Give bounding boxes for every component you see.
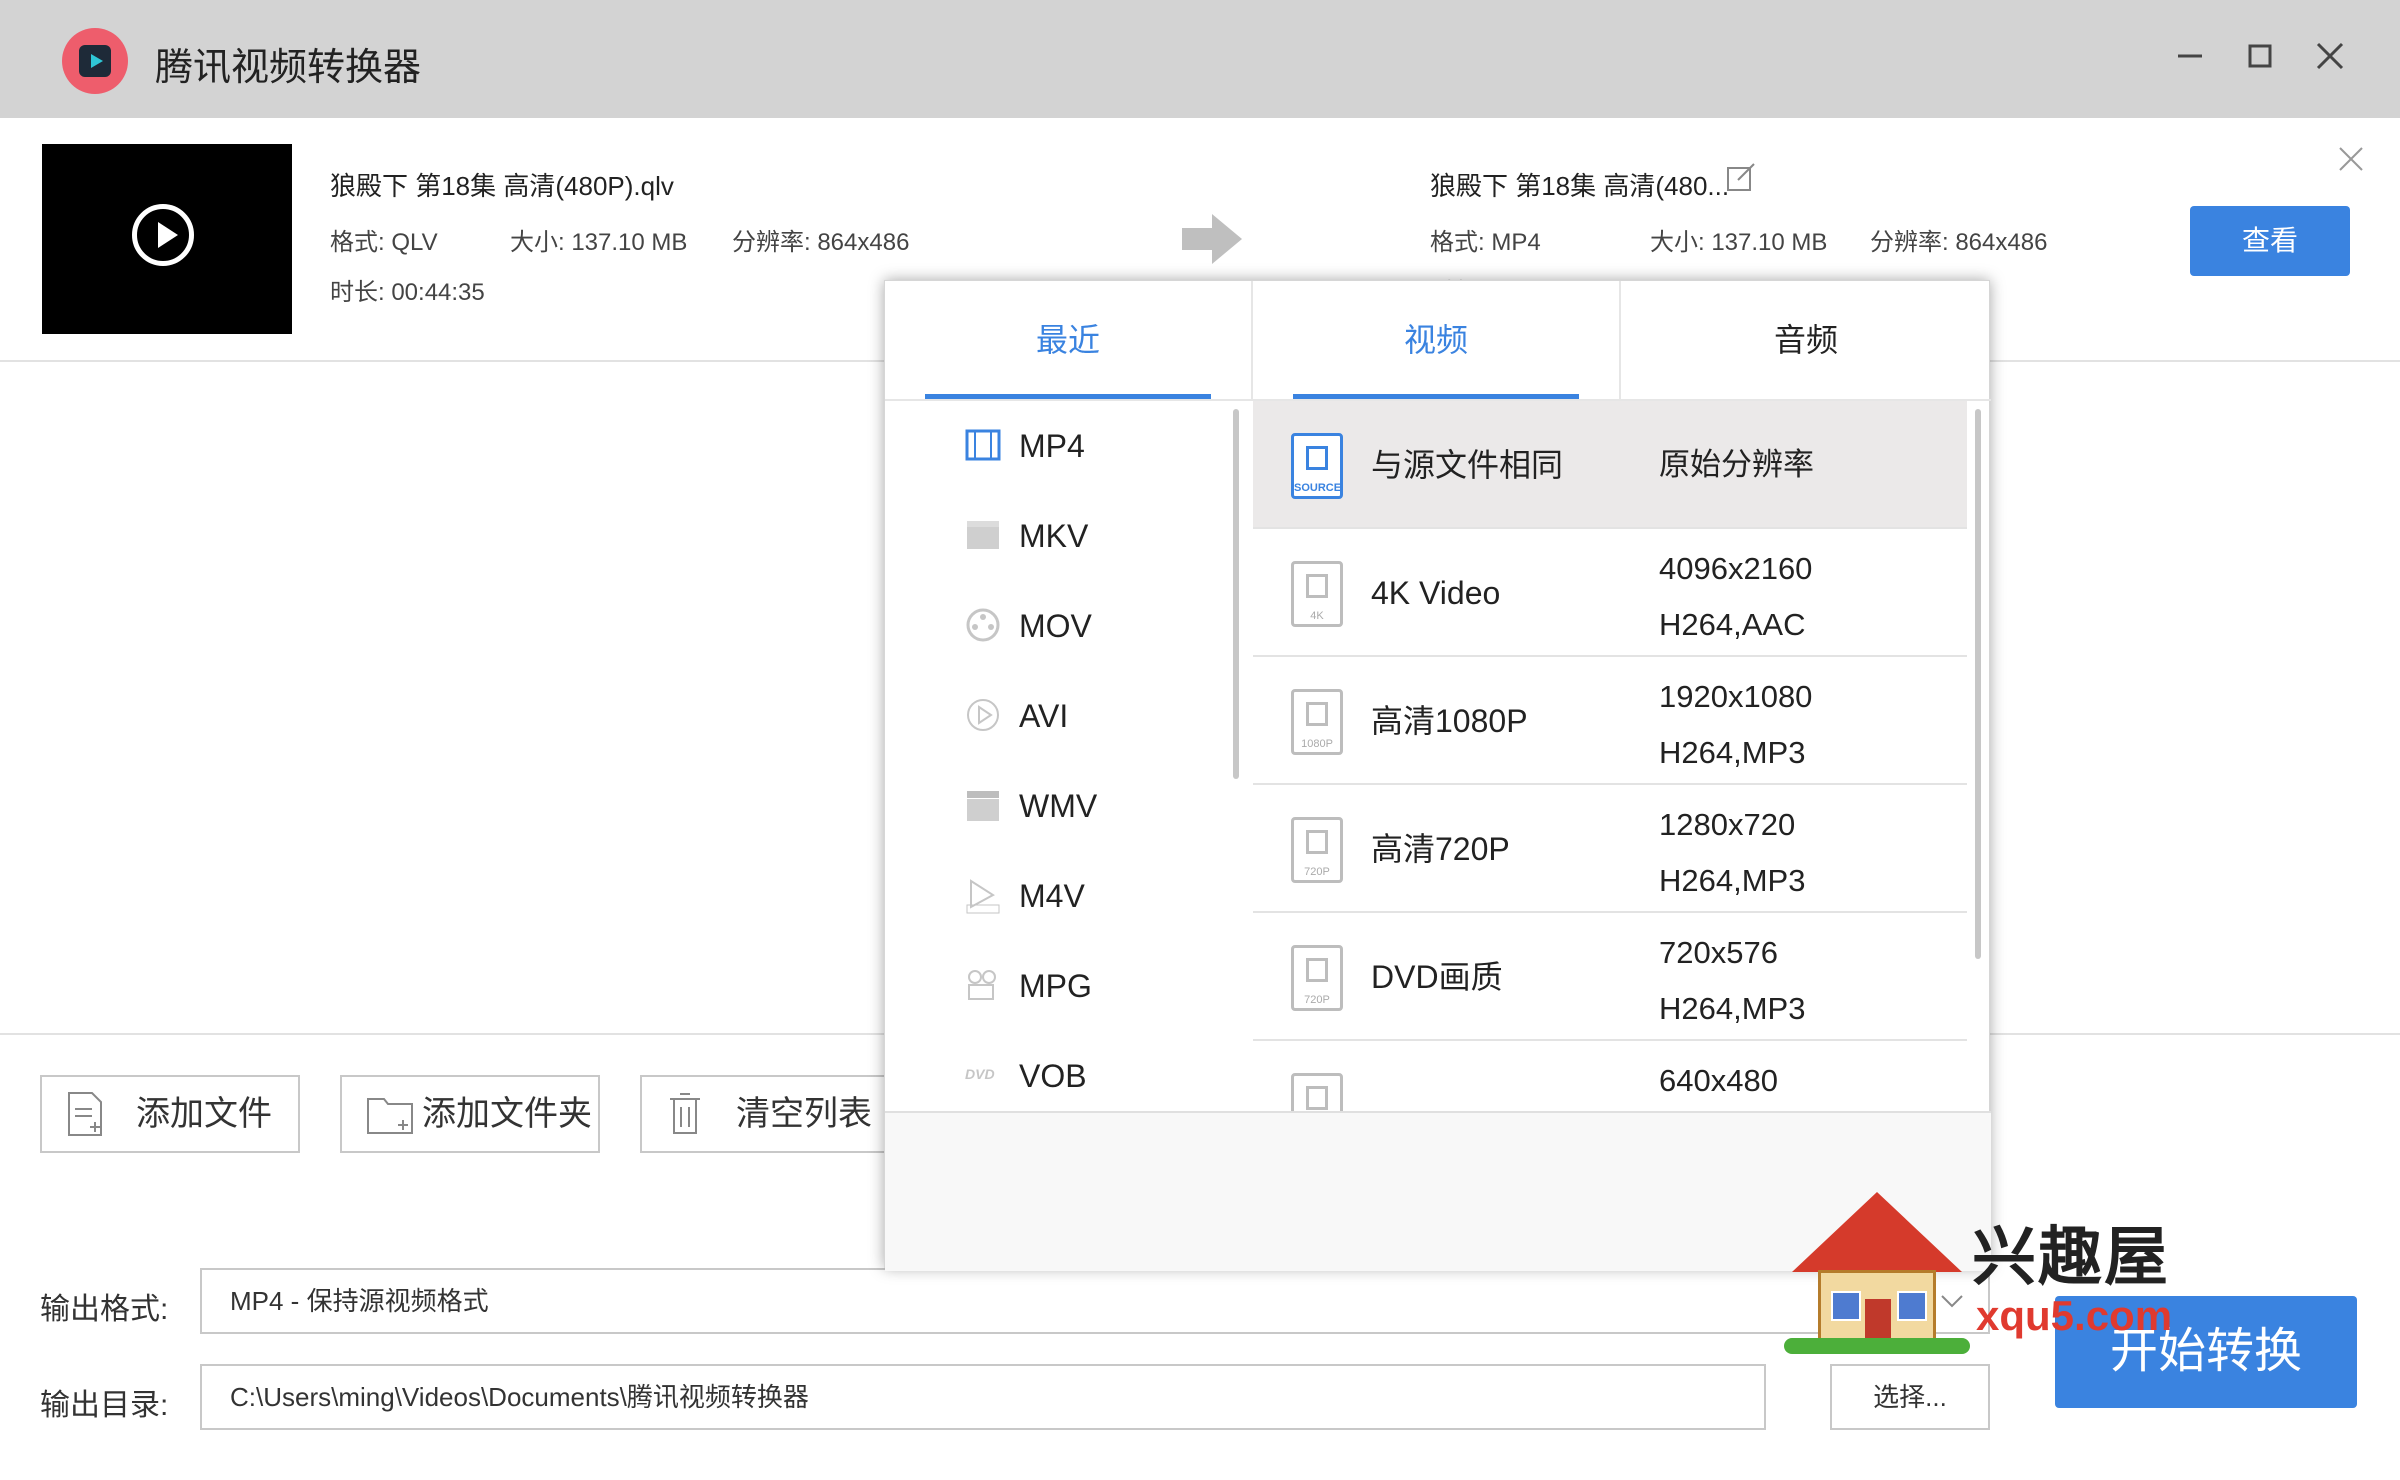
preset-codec: H264,MP3 <box>1659 735 1806 770</box>
format-name: VOB <box>1019 1058 1087 1094</box>
preset-resolution: 720x576 <box>1659 935 1778 970</box>
target-format: 格式: MP4 <box>1430 229 1541 256</box>
add-file-label: 添加文件 <box>136 1095 272 1133</box>
format-panel: 最近 视频 音频 MP4 MKV MOV AVI WMV M4V MPG DVD… <box>884 280 1991 1271</box>
preset-codec: H264,MP3 <box>1659 863 1806 898</box>
add-file-icon <box>68 1092 102 1136</box>
video-thumbnail[interactable] <box>42 144 292 334</box>
preset-codec: H264,MP3 <box>1659 991 1806 1026</box>
output-dir-label: 输出目录: <box>40 1389 169 1422</box>
preset-720p[interactable]: 720P 高清720P 1280x720 H264,MP3 <box>1253 785 1967 913</box>
preset-resolution: 640x480 <box>1659 1063 1778 1098</box>
format-item-mp4[interactable]: MP4 <box>885 401 1243 491</box>
source-size: 大小: 137.10 MB <box>510 229 688 256</box>
close-icon[interactable] <box>2304 30 2356 82</box>
dvd-icon: DVD <box>963 1055 1003 1095</box>
video-file-icon: 720P <box>1291 817 1343 883</box>
video-file-icon: 4K <box>1291 561 1343 627</box>
preset-resolution: 1920x1080 <box>1659 679 1813 714</box>
format-item-mov[interactable]: MOV <box>885 581 1243 671</box>
format-item-mkv[interactable]: MKV <box>885 491 1243 581</box>
tab-audio-label: 音频 <box>1773 322 1838 358</box>
output-format-value: MP4 - 保持源视频格式 <box>230 1286 489 1316</box>
preset-resolution: 1280x720 <box>1659 807 1796 842</box>
clear-list-label: 清空列表 <box>736 1095 872 1133</box>
format-name: AVI <box>1019 698 1069 734</box>
source-format: 格式: QLV <box>330 229 438 256</box>
tab-audio[interactable]: 音频 <box>1621 281 1991 399</box>
format-name: MPG <box>1019 968 1092 1004</box>
preset-codec: H264,AAC <box>1659 607 1806 642</box>
play-icon[interactable] <box>132 204 194 266</box>
format-item-wmv[interactable]: WMV <box>885 761 1243 851</box>
format-name: MOV <box>1019 608 1092 644</box>
add-folder-button[interactable]: 添加文件夹 <box>340 1075 600 1153</box>
source-file-name: 狼殿下 第18集 高清(480P).qlv <box>330 171 674 201</box>
source-file-icon: SOURCE <box>1291 433 1343 499</box>
source-duration: 时长: 00:44:35 <box>330 279 485 306</box>
preset-resolution: 4096x2160 <box>1659 551 1813 586</box>
watermark-house-logo <box>1784 1192 1970 1354</box>
add-folder-label: 添加文件夹 <box>422 1095 592 1133</box>
format-list-scrollbar[interactable] <box>1233 409 1239 779</box>
output-format-label: 输出格式: <box>40 1293 169 1326</box>
format-item-m4v[interactable]: M4V <box>885 851 1243 941</box>
window-title: 腾讯视频转换器 <box>155 47 422 89</box>
preset-list-scrollbar[interactable] <box>1975 409 1981 959</box>
tab-recent[interactable]: 最近 <box>885 281 1251 399</box>
remove-file-icon[interactable] <box>2334 142 2368 176</box>
view-button[interactable]: 查看 <box>2190 206 2350 276</box>
format-name: WMV <box>1019 788 1098 824</box>
format-item-avi[interactable]: AVI <box>885 671 1243 761</box>
clapper-icon <box>963 515 1003 555</box>
preset-spec: 原始分辨率 <box>1659 447 1814 482</box>
preset-1080p[interactable]: 1080P 高清1080P 1920x1080 H264,MP3 <box>1253 657 1967 785</box>
format-item-vob[interactable]: DVD VOB <box>885 1031 1243 1121</box>
video-file-icon: 1080P <box>1291 689 1343 755</box>
output-dir-value: C:\Users\ming\Videos\Documents\腾讯视频转换器 <box>230 1382 809 1412</box>
add-folder-icon <box>367 1098 413 1134</box>
preset-name: 高清1080P <box>1371 703 1528 739</box>
convert-arrow-icon <box>1182 214 1242 264</box>
format-item-mpg[interactable]: MPG <box>885 941 1243 1031</box>
minimize-icon[interactable] <box>2164 30 2216 82</box>
app-logo-icon <box>62 28 128 94</box>
preset-dvd[interactable]: 720P DVD画质 720x576 H264,MP3 <box>1253 913 1967 1041</box>
format-name: M4V <box>1019 878 1085 914</box>
tab-recent-label: 最近 <box>1035 322 1100 358</box>
preset-name: 4K Video <box>1371 575 1501 611</box>
maximize-icon[interactable] <box>2234 30 2286 82</box>
trash-icon <box>670 1093 700 1134</box>
watermark-title: 兴趣屋 <box>1972 1221 2170 1293</box>
format-name: MP4 <box>1019 428 1085 464</box>
svg-text:DVD: DVD <box>965 1066 995 1082</box>
target-file-name: 狼殿下 第18集 高清(480... <box>1430 171 1730 201</box>
format-name: MKV <box>1019 518 1089 554</box>
target-size: 大小: 137.10 MB <box>1650 229 1828 256</box>
tab-video[interactable]: 视频 <box>1253 281 1619 399</box>
tab-video-label: 视频 <box>1403 322 1468 358</box>
watermark-url: xqu5.com <box>1976 1292 2173 1339</box>
camera-icon <box>963 965 1003 1005</box>
m4v-icon <box>963 875 1003 915</box>
film-icon <box>963 425 1003 465</box>
video-file-icon: 720P <box>1291 945 1343 1011</box>
add-file-button[interactable]: 添加文件 <box>40 1075 300 1153</box>
reel-icon <box>963 605 1003 645</box>
preset-name: 与源文件相同 <box>1371 447 1564 483</box>
play-circle-icon <box>963 695 1003 735</box>
preset-4k[interactable]: 4K 4K Video 4096x2160 H264,AAC <box>1253 529 1967 657</box>
target-resolution: 分辨率: 864x486 <box>1870 229 2048 256</box>
source-resolution: 分辨率: 864x486 <box>732 229 910 256</box>
clapperboard-icon <box>963 785 1003 825</box>
clear-list-button[interactable]: 清空列表 <box>640 1075 890 1153</box>
preset-name: DVD画质 <box>1371 959 1503 995</box>
preset-source[interactable]: SOURCE 与源文件相同 原始分辨率 <box>1253 401 1967 529</box>
edit-icon[interactable] <box>1726 162 1756 192</box>
preset-name: 高清720P <box>1371 831 1510 867</box>
